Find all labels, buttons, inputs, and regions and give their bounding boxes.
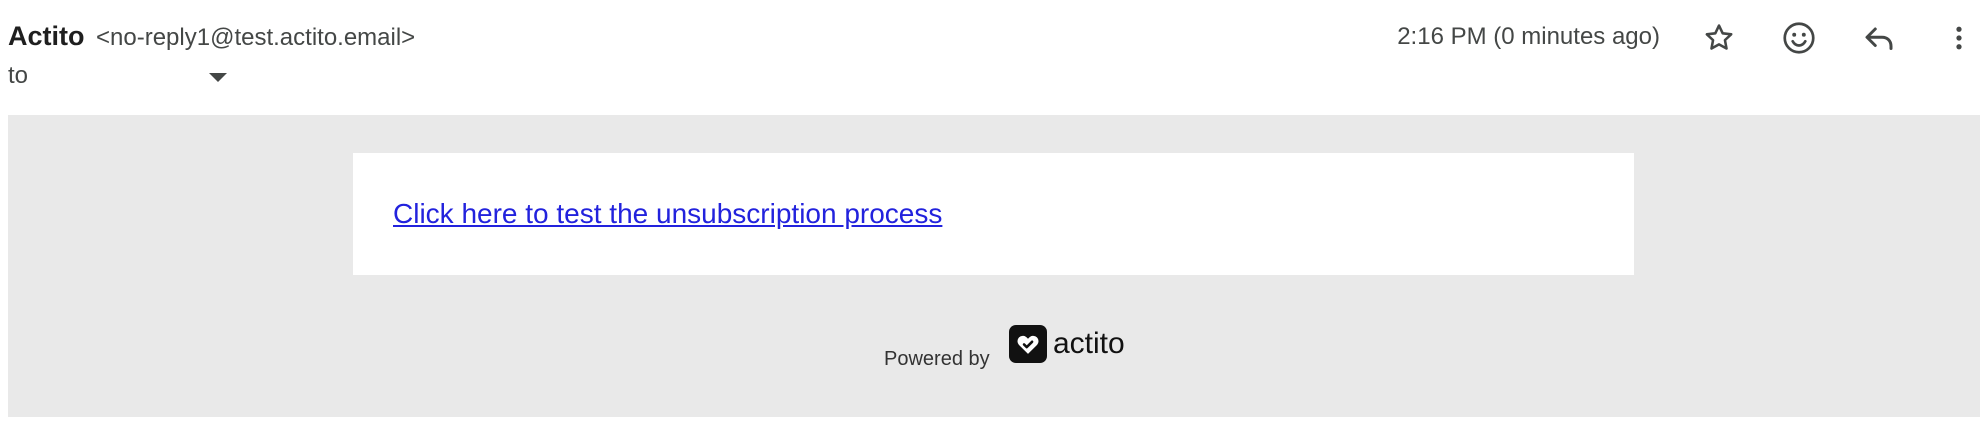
- recipient-label: to: [8, 62, 29, 89]
- email-header: Actito <no-reply1@test.actito.email> to …: [0, 0, 1988, 114]
- email-footer: Powered by actito: [8, 325, 1980, 375]
- unsubscribe-link[interactable]: Click here to test the unsubscription pr…: [393, 198, 942, 230]
- brand-name: actito: [1053, 327, 1125, 360]
- message-timestamp: 2:16 PM (0 minutes ago): [1397, 23, 1660, 50]
- sender-line: Actito <no-reply1@test.actito.email>: [8, 21, 415, 52]
- powered-by-label: Powered by: [884, 348, 990, 370]
- emoji-icon[interactable]: [1777, 16, 1821, 60]
- reply-icon[interactable]: [1857, 16, 1901, 60]
- sender-name[interactable]: Actito: [8, 21, 85, 51]
- email-body: Click here to test the unsubscription pr…: [8, 115, 1980, 417]
- star-icon[interactable]: [1697, 16, 1741, 60]
- more-vert-icon[interactable]: [1937, 16, 1981, 60]
- sender-email: <no-reply1@test.actito.email>: [96, 24, 416, 51]
- show-details-dropdown-icon[interactable]: [209, 73, 227, 82]
- actito-logo-icon: [1009, 325, 1047, 363]
- content-card: Click here to test the unsubscription pr…: [353, 153, 1634, 275]
